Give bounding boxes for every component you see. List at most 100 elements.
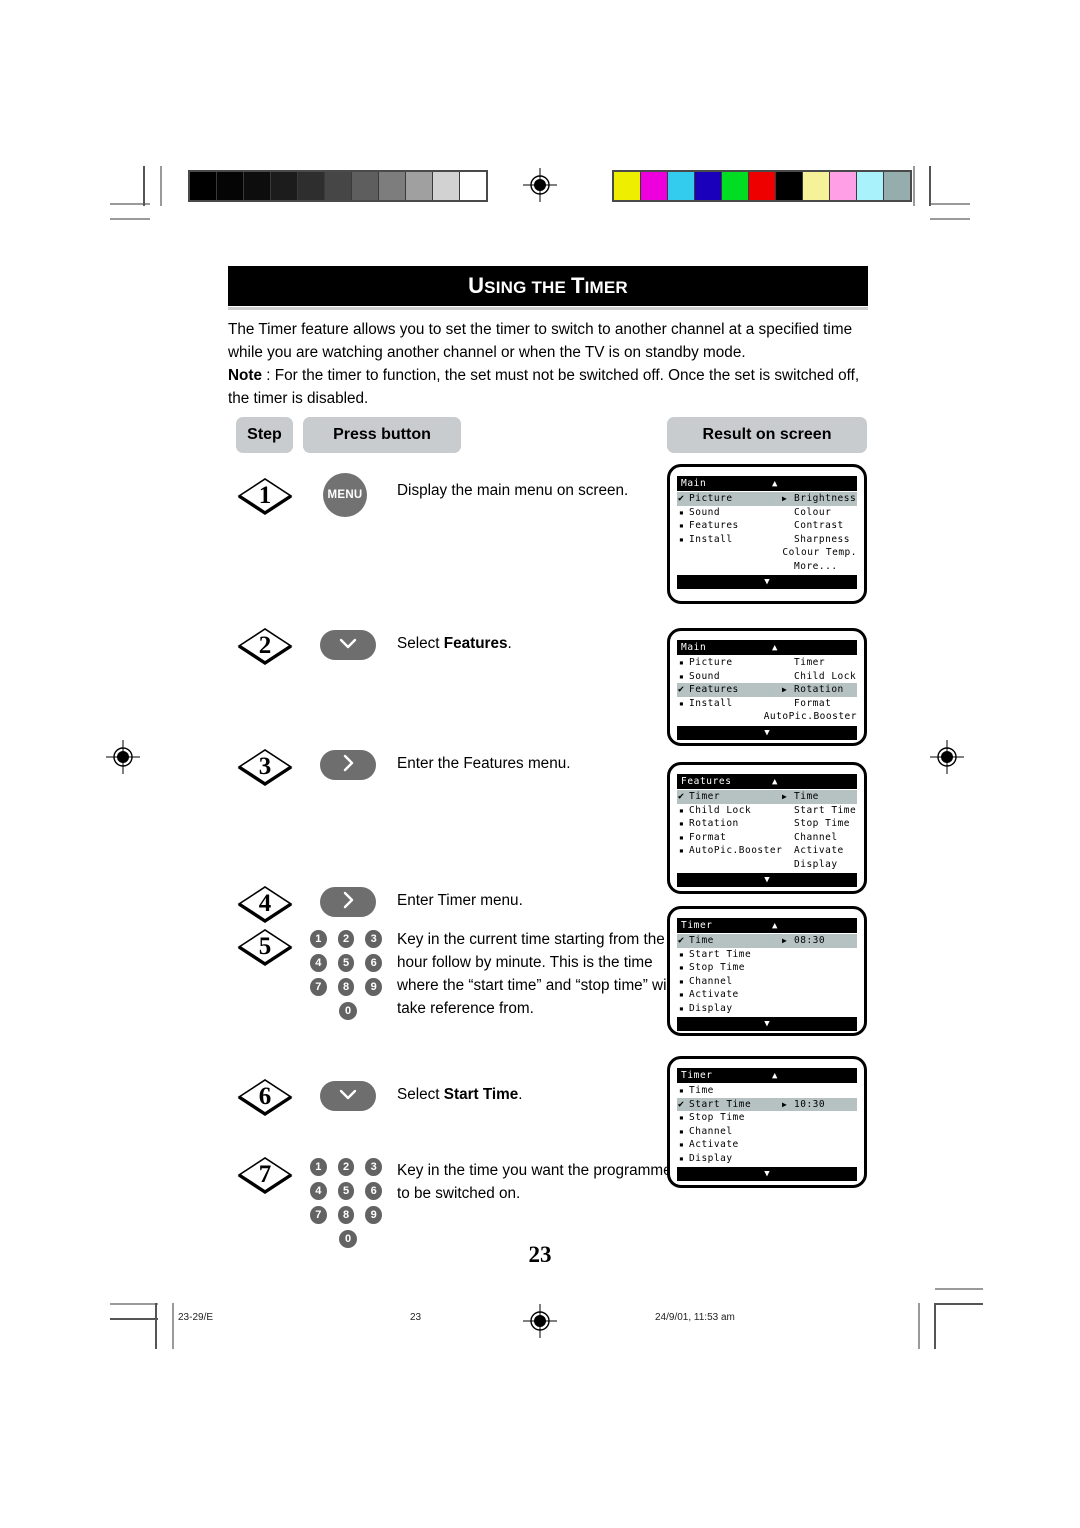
keypad-key-0[interactable]: 0 — [339, 1002, 357, 1020]
crop-mark-bottom-right-v — [934, 1303, 936, 1349]
osd-scroll-down-bar[interactable]: ▼ — [677, 1167, 857, 1181]
osd-scroll-down-bar[interactable]: ▼ — [677, 1017, 857, 1031]
scroll-down-arrow-icon: ▼ — [764, 577, 770, 587]
page-title-imer: IMER — [584, 278, 628, 297]
submenu-pointer-icon: ▶ — [782, 494, 788, 504]
osd-scroll-down-bar[interactable]: ▼ — [677, 873, 857, 887]
scroll-down-arrow-icon: ▼ — [764, 727, 770, 738]
scroll-down-arrow-icon: ▼ — [764, 1169, 770, 1179]
osd-menu-row[interactable]: ▪ Install Sharpness — [677, 533, 857, 547]
square-bullet-icon: ▪ — [679, 990, 685, 1000]
keypad-key-6[interactable]: 6 — [365, 1182, 383, 1200]
osd-menu-row[interactable]: Colour Temp. — [677, 546, 857, 560]
scroll-up-arrow-icon[interactable]: ▲ — [685, 921, 865, 931]
osd-menu-row[interactable]: ✔ Timer ▶ Time — [677, 790, 857, 804]
keypad-key-5[interactable]: 5 — [337, 1182, 355, 1200]
osd-screen-2: Main ▲ ▪ Picture Timer ▪ Sound Child Lock ✔ Featu… — [667, 628, 867, 746]
scroll-up-arrow-icon[interactable]: ▲ — [685, 643, 865, 653]
osd-menu-row[interactable]: ▪ Sound Child Lock — [677, 670, 857, 684]
osd-menu-row[interactable]: ▪ Sound Colour — [677, 506, 857, 520]
osd-menu-row[interactable]: AutoPic.Booster — [677, 710, 857, 724]
numeric-keypad[interactable]: 1234567890 — [310, 1158, 383, 1254]
osd-menu-row[interactable]: ▪ Install Format — [677, 697, 857, 711]
osd-menu-row[interactable]: ✔ Picture ▶ Brightness — [677, 492, 857, 506]
checkmark-icon: ✔ — [678, 1098, 685, 1110]
osd-menu-row[interactable]: ▪ AutoPic.Booster Activate — [677, 844, 857, 858]
osd-menu-row[interactable]: ▪ Start Time — [677, 948, 857, 962]
square-bullet-icon: ▪ — [679, 819, 685, 829]
step-number-label: 5 — [258, 933, 272, 960]
square-bullet-icon: ▪ — [679, 832, 685, 842]
osd-menu-rows: ✔ Picture ▶ Brightness ▪ Sound Colour ▪ Features… — [677, 492, 857, 573]
keypad-key-1[interactable]: 1 — [310, 1158, 327, 1176]
cursor-right-button[interactable] — [320, 750, 376, 780]
keypad-key-9[interactable]: 9 — [365, 978, 383, 996]
footer-center: 23 — [410, 1312, 422, 1323]
osd-menu-row[interactable]: More... — [677, 560, 857, 574]
osd-submenu-label: Format — [794, 697, 832, 709]
numeric-keypad[interactable]: 123 456 7890 — [310, 930, 383, 1026]
keypad-key-4[interactable]: 4 — [310, 1182, 327, 1200]
cursor-down-button[interactable] — [320, 630, 376, 660]
step-number-label: 2 — [258, 632, 272, 659]
keypad-key-2[interactable]: 2 — [337, 1158, 355, 1176]
intro-paragraph: The Timer feature allows you to set the … — [228, 321, 853, 361]
osd-menu-row[interactable]: ▪ Rotation Stop Time — [677, 817, 857, 831]
osd-inner: Main ▲ ▪ Picture Timer ▪ Sound Child Lock ✔ Featu… — [670, 631, 864, 751]
column-header-result-label: Result on screen — [702, 426, 832, 443]
square-bullet-icon: ▪ — [679, 1153, 685, 1163]
osd-menu-row[interactable]: ▪ Display — [677, 1152, 857, 1166]
osd-menu-row[interactable]: ✔ Features ▶ Rotation — [677, 683, 857, 697]
crop-mark-top-right-h2 — [930, 218, 970, 220]
step-number-diamond-6: 6 — [236, 1077, 294, 1117]
osd-menu-row[interactable]: ▪ Stop Time — [677, 1111, 857, 1125]
keypad-key-3[interactable]: 3 — [365, 1158, 383, 1176]
scroll-up-arrow-icon[interactable]: ▲ — [685, 1071, 865, 1081]
scroll-up-arrow-icon[interactable]: ▲ — [685, 777, 865, 787]
keypad-key-5[interactable]: 5 — [337, 954, 355, 972]
osd-menu-row[interactable]: ▪ Activate — [677, 1138, 857, 1152]
osd-menu-row[interactable]: ▪ Stop Time — [677, 961, 857, 975]
menu-button[interactable]: MENU — [323, 473, 367, 517]
keypad-key-7[interactable]: 7 — [310, 978, 327, 996]
keypad-key-3[interactable]: 3 — [365, 930, 383, 948]
osd-menu-row[interactable]: ▪ Channel — [677, 1125, 857, 1139]
osd-scroll-down-bar[interactable]: ▼ — [677, 725, 857, 740]
cursor-right-button[interactable] — [320, 887, 376, 917]
osd-menu-row[interactable]: ▪ Activate — [677, 988, 857, 1002]
scroll-down-arrow-icon: ▼ — [764, 875, 770, 885]
keypad-key-6[interactable]: 6 — [365, 954, 383, 972]
keypad-key-1[interactable]: 1 — [310, 930, 327, 948]
osd-menu-label: Format — [689, 831, 727, 843]
keypad-key-9[interactable]: 9 — [365, 1206, 383, 1224]
osd-menu-row[interactable]: ✔ Time ▶ 08:30 — [677, 934, 857, 948]
note-body: : For the timer to function, the set mus… — [228, 367, 860, 407]
osd-menu-row[interactable]: ▪ Child Lock Start Time — [677, 804, 857, 818]
scroll-up-arrow-icon[interactable]: ▲ — [685, 479, 865, 489]
osd-menu-row[interactable]: ▪ Display — [677, 1002, 857, 1016]
osd-menu-label: Display — [689, 1152, 733, 1164]
osd-menu-row[interactable]: ✔ Start Time ▶ 10:30 — [677, 1097, 857, 1111]
crop-mark-top-left-v2 — [160, 166, 162, 206]
osd-menu-row[interactable]: ▪ Channel — [677, 975, 857, 989]
osd-submenu-label: Colour — [794, 506, 832, 518]
osd-menu-row[interactable]: ▪ Format Channel — [677, 831, 857, 845]
keypad-key-8[interactable]: 8 — [337, 1206, 355, 1224]
osd-menu-row[interactable]: ▪ Time — [677, 1084, 857, 1098]
keypad-key-8[interactable]: 8 — [337, 978, 355, 996]
osd-menu-row[interactable]: ▪ Picture Timer — [677, 656, 857, 670]
keypad-key-4[interactable]: 4 — [310, 954, 327, 972]
page-title: USING THE TIMER — [468, 273, 628, 299]
submenu-pointer-icon: ▶ — [782, 936, 788, 946]
osd-submenu-label: Time — [794, 791, 819, 803]
color-swatch — [641, 172, 668, 200]
cursor-down-button[interactable] — [320, 1081, 376, 1111]
step-instruction-6: Select Start Time. — [397, 1083, 682, 1106]
osd-menu-label: Channel — [689, 1125, 733, 1137]
grayscale-swatch — [379, 172, 406, 200]
osd-menu-row[interactable]: ▪ Features Contrast — [677, 519, 857, 533]
keypad-key-2[interactable]: 2 — [337, 930, 355, 948]
keypad-key-7[interactable]: 7 — [310, 1206, 327, 1224]
osd-scroll-down-bar[interactable]: ▼ — [677, 575, 857, 589]
osd-menu-row[interactable]: Display — [677, 858, 857, 872]
